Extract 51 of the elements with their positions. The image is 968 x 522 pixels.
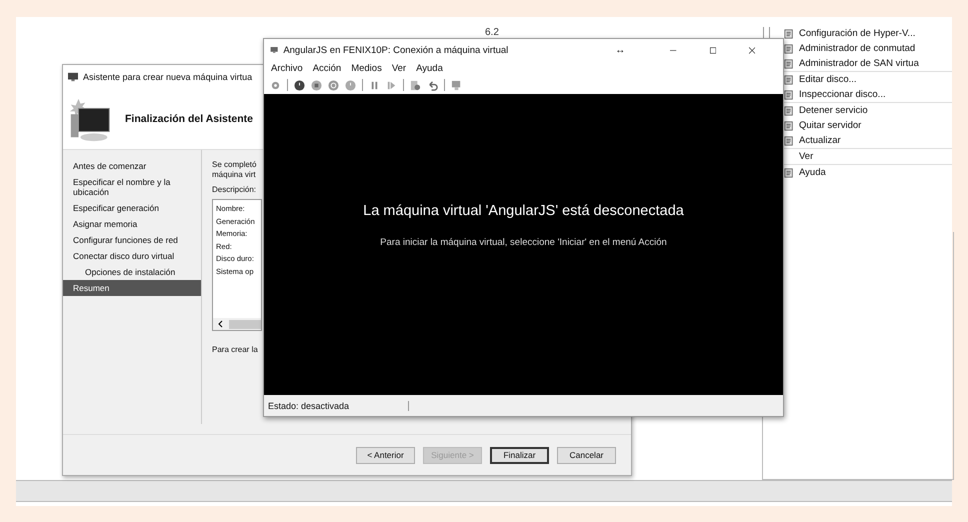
start-hint: Para iniciar la máquina virtual, seleccione 'Iniciar' en el menú Acción xyxy=(380,237,667,248)
scroll-left-icon[interactable] xyxy=(218,320,224,328)
wizard-step[interactable]: Configurar funciones de red xyxy=(63,232,201,248)
undo-icon[interactable] xyxy=(427,80,438,90)
action-item[interactable]: Configuración de Hyper-V... xyxy=(784,26,952,41)
wizard-step[interactable]: Antes de comenzar xyxy=(63,158,201,174)
version-label: 6.2 xyxy=(485,27,499,38)
intro-text: Se completó xyxy=(212,160,258,170)
footer-text: Para crear la xyxy=(212,345,259,354)
disconnected-message: La máquina virtual 'AngularJS' está desconectada xyxy=(363,203,684,219)
power-icon[interactable] xyxy=(294,80,305,90)
monitor-icon xyxy=(67,72,79,82)
window-title: Asistente para crear nueva máquina virtua xyxy=(83,72,252,82)
action-item[interactable]: Detener servicio xyxy=(784,103,952,118)
wizard-button[interactable]: Finalizar xyxy=(490,446,549,464)
menu-item[interactable]: Medios xyxy=(351,63,382,74)
action-item[interactable]: Ayuda xyxy=(784,165,952,180)
action-item[interactable]: Inspeccionar disco... xyxy=(784,87,952,103)
status-text: Estado: desactivada xyxy=(264,400,409,410)
pause-icon[interactable] xyxy=(369,80,380,90)
shutdown-icon[interactable] xyxy=(328,80,339,90)
wizard-step[interactable]: Especificar generación xyxy=(63,200,201,216)
wizard-step[interactable]: Especificar el nombre y la ubicación xyxy=(63,174,201,200)
wizard-step[interactable]: Conectar disco duro virtual xyxy=(63,248,201,264)
action-item[interactable]: Administrador de conmutad xyxy=(784,41,952,56)
maximize-icon[interactable] xyxy=(710,46,716,54)
wizard-button[interactable]: < Anterior xyxy=(356,446,415,464)
wizard-heading: Finalización del Asistente xyxy=(125,113,253,125)
window-title: AngularJS en FENIX10P: Conexión a máquina virtual xyxy=(283,44,508,56)
action-item[interactable]: Administrador de SAN virtua xyxy=(784,56,952,72)
wizard-step[interactable]: Resumen xyxy=(63,280,201,296)
intro-text: máquina virt xyxy=(212,170,257,180)
action-item[interactable]: Quitar servidor xyxy=(784,118,952,133)
action-item[interactable]: Editar disco... xyxy=(784,72,952,87)
close-icon[interactable] xyxy=(748,46,755,54)
resize-cursor: ↔ xyxy=(615,44,626,56)
wizard-step[interactable]: Asignar memoria xyxy=(63,216,201,232)
resume-icon[interactable] xyxy=(386,80,397,90)
menu-item[interactable]: Archivo xyxy=(271,63,303,74)
scroll-bar[interactable] xyxy=(213,318,261,330)
monitor-icon xyxy=(270,45,278,55)
action-item[interactable]: Actualizar xyxy=(784,133,952,149)
stop-icon[interactable] xyxy=(311,80,322,90)
menu-item[interactable]: Ver xyxy=(392,63,406,74)
menu-item[interactable]: Ayuda xyxy=(416,63,443,74)
monitor-icon[interactable] xyxy=(451,80,462,90)
action-item[interactable]: Ver xyxy=(784,149,952,165)
description-label: Descripción: xyxy=(212,185,258,194)
wizard-step[interactable]: Opciones de instalación xyxy=(63,264,201,280)
wizard-button[interactable]: Cancelar xyxy=(557,446,616,464)
menu-item[interactable]: Acción xyxy=(312,63,342,74)
